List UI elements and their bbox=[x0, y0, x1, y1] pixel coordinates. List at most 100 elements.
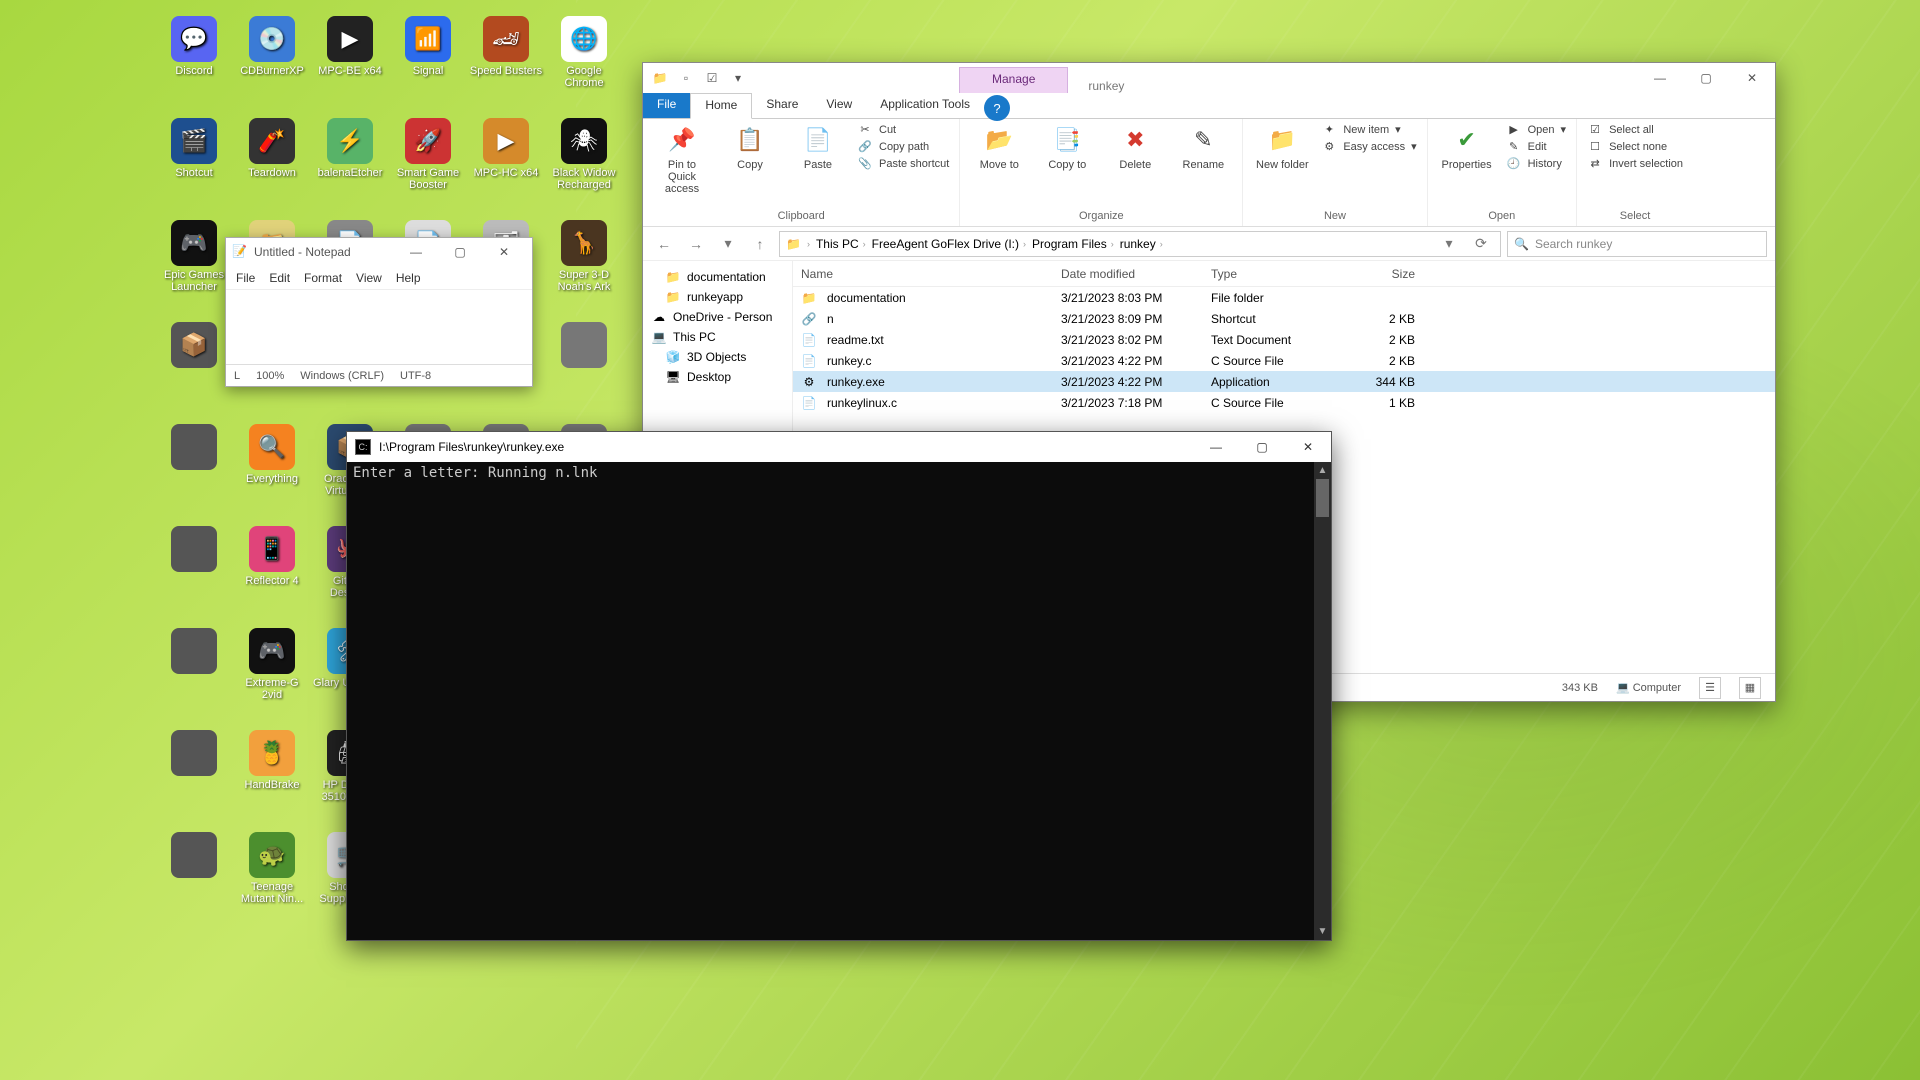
desktop-icon[interactable]: 🌐Google Chrome bbox=[545, 16, 623, 118]
desktop-icon[interactable]: 🎬Shotcut bbox=[155, 118, 233, 220]
crumb-program-files[interactable]: Program Files› bbox=[1032, 237, 1114, 251]
desktop-icon[interactable]: 💬Discord bbox=[155, 16, 233, 118]
menu-format[interactable]: Format bbox=[304, 271, 342, 285]
desktop-icon[interactable]: 🎮Extreme-G 2vid bbox=[233, 628, 311, 730]
desktop-icon[interactable]: 📦 bbox=[155, 322, 233, 424]
desktop-icon[interactable]: 📶Signal bbox=[389, 16, 467, 118]
back-button[interactable]: ← bbox=[651, 231, 677, 257]
tab-view[interactable]: View bbox=[812, 93, 866, 118]
move-to-button[interactable]: 📂Move to bbox=[970, 123, 1028, 171]
tab-file[interactable]: File bbox=[643, 93, 690, 118]
table-row[interactable]: 📄runkeylinux.c3/21/2023 7:18 PMC Source … bbox=[793, 392, 1775, 413]
desktop-icon[interactable]: 🧨Teardown bbox=[233, 118, 311, 220]
nav-item[interactable]: 📁documentation bbox=[647, 267, 788, 287]
scroll-track[interactable] bbox=[1314, 479, 1331, 923]
select-all-button[interactable]: ☑Select all bbox=[1587, 123, 1683, 136]
maximize-button[interactable]: ▢ bbox=[438, 238, 482, 266]
qat-dropdown-icon[interactable]: ▾ bbox=[727, 67, 749, 89]
table-row[interactable]: 📄readme.txt3/21/2023 8:02 PMText Documen… bbox=[793, 329, 1775, 350]
minimize-button[interactable]: — bbox=[394, 238, 438, 266]
tab-share[interactable]: Share bbox=[752, 93, 812, 118]
nav-item[interactable]: 💻This PC bbox=[647, 327, 788, 347]
close-button[interactable]: ✕ bbox=[1729, 63, 1775, 93]
paste-button[interactable]: 📄 Paste bbox=[789, 123, 847, 171]
console-output[interactable]: Enter a letter: Running n.lnk bbox=[347, 462, 1314, 940]
new-item-button[interactable]: ✦New item ▾ bbox=[1321, 123, 1416, 136]
desktop-icon[interactable]: 🎮Epic Games Launcher bbox=[155, 220, 233, 322]
desktop-icon[interactable]: 🔍Everything bbox=[233, 424, 311, 526]
paste-shortcut-button[interactable]: 📎Paste shortcut bbox=[857, 157, 949, 170]
explorer-titlebar[interactable]: 📁 ▫ ☑ ▾ Manage runkey — ▢ ✕ bbox=[643, 63, 1775, 93]
menu-edit[interactable]: Edit bbox=[269, 271, 290, 285]
desktop-icon[interactable] bbox=[155, 832, 233, 934]
notepad-titlebar[interactable]: 📝 Untitled - Notepad — ▢ ✕ bbox=[226, 238, 532, 266]
menu-view[interactable]: View bbox=[356, 271, 382, 285]
desktop-icon[interactable]: 🚀Smart Game Booster bbox=[389, 118, 467, 220]
rename-button[interactable]: ✎Rename bbox=[1174, 123, 1232, 171]
col-size[interactable]: Size bbox=[1333, 267, 1423, 281]
desktop-icon[interactable] bbox=[155, 526, 233, 628]
edit-button[interactable]: ✎Edit bbox=[1506, 140, 1566, 153]
notepad-textarea[interactable] bbox=[226, 290, 532, 364]
desktop-icon[interactable]: 🍍HandBrake bbox=[233, 730, 311, 832]
scroll-down-icon[interactable]: ▼ bbox=[1314, 923, 1331, 940]
maximize-button[interactable]: ▢ bbox=[1683, 63, 1729, 93]
address-dropdown[interactable]: ▾ bbox=[1436, 231, 1462, 257]
cut-button[interactable]: ✂Cut bbox=[857, 123, 949, 136]
desktop-icon[interactable] bbox=[155, 424, 233, 526]
select-none-button[interactable]: ☐Select none bbox=[1587, 140, 1683, 153]
close-button[interactable]: ✕ bbox=[482, 238, 526, 266]
easy-access-button[interactable]: ⚙Easy access ▾ bbox=[1321, 140, 1416, 153]
scroll-up-icon[interactable]: ▲ bbox=[1314, 462, 1331, 479]
desktop-icon[interactable]: ▶MPC-BE x64 bbox=[311, 16, 389, 118]
table-row[interactable]: 📄runkey.c3/21/2023 4:22 PMC Source File2… bbox=[793, 350, 1775, 371]
desktop-icon[interactable] bbox=[155, 628, 233, 730]
up-button[interactable]: ↑ bbox=[747, 231, 773, 257]
qat-prevfolder-icon[interactable]: ▫ bbox=[675, 67, 697, 89]
desktop-icon[interactable] bbox=[155, 730, 233, 832]
desktop-icon[interactable]: 📱Reflector 4 bbox=[233, 526, 311, 628]
console-scrollbar[interactable]: ▲ ▼ bbox=[1314, 462, 1331, 940]
console-titlebar[interactable]: C: I:\Program Files\runkey\runkey.exe — … bbox=[347, 432, 1331, 462]
table-row[interactable]: 📁documentation3/21/2023 8:03 PMFile fold… bbox=[793, 287, 1775, 308]
col-date[interactable]: Date modified bbox=[1053, 267, 1203, 281]
properties-button[interactable]: ✔Properties bbox=[1438, 123, 1496, 171]
column-headers[interactable]: Name Date modified Type Size bbox=[793, 261, 1775, 287]
forward-button[interactable]: → bbox=[683, 231, 709, 257]
refresh-button[interactable]: ⟳ bbox=[1468, 231, 1494, 257]
tab-home[interactable]: Home bbox=[690, 93, 752, 119]
col-type[interactable]: Type bbox=[1203, 267, 1333, 281]
crumb-runkey[interactable]: runkey› bbox=[1120, 237, 1163, 251]
minimize-button[interactable]: — bbox=[1193, 432, 1239, 462]
pin-to-quick-access-button[interactable]: 📌 Pin to Quick access bbox=[653, 123, 711, 195]
details-view-button[interactable]: ☰ bbox=[1699, 677, 1721, 699]
qat-properties-icon[interactable]: ☑ bbox=[701, 67, 723, 89]
maximize-button[interactable]: ▢ bbox=[1239, 432, 1285, 462]
menu-file[interactable]: File bbox=[236, 271, 255, 285]
open-button[interactable]: ▶Open ▾ bbox=[1506, 123, 1566, 136]
nav-item[interactable]: 📁runkeyapp bbox=[647, 287, 788, 307]
nav-item[interactable]: 🖥Desktop bbox=[647, 367, 788, 387]
copy-path-button[interactable]: 🔗Copy path bbox=[857, 140, 949, 153]
manage-contextual-tab[interactable]: Manage bbox=[959, 67, 1068, 93]
search-input[interactable]: 🔍 Search runkey bbox=[1507, 231, 1767, 257]
desktop-icon[interactable]: 🕷Black Widow Recharged bbox=[545, 118, 623, 220]
help-icon[interactable]: ? bbox=[984, 95, 1010, 121]
new-folder-button[interactable]: 📁New folder bbox=[1253, 123, 1311, 171]
table-row[interactable]: 🔗n3/21/2023 8:09 PMShortcut2 KB bbox=[793, 308, 1775, 329]
desktop-icon[interactable]: 🦒Super 3-D Noah's Ark bbox=[545, 220, 623, 322]
desktop-icon[interactable]: 💿CDBurnerXP bbox=[233, 16, 311, 118]
crumb-drive[interactable]: FreeAgent GoFlex Drive (I:)› bbox=[872, 237, 1026, 251]
nav-item[interactable]: 🧊3D Objects bbox=[647, 347, 788, 367]
desktop-icon[interactable]: 🏎Speed Busters bbox=[467, 16, 545, 118]
menu-help[interactable]: Help bbox=[396, 271, 421, 285]
desktop-icon[interactable]: 🐢Teenage Mutant Nin... bbox=[233, 832, 311, 934]
crumb-sep[interactable]: › bbox=[807, 239, 810, 249]
crumb-this-pc[interactable]: This PC› bbox=[816, 237, 866, 251]
desktop-icon[interactable]: ▶MPC-HC x64 bbox=[467, 118, 545, 220]
thumb-view-button[interactable]: ▦ bbox=[1739, 677, 1761, 699]
tab-application-tools[interactable]: Application Tools bbox=[866, 93, 984, 118]
recent-dropdown[interactable]: ▾ bbox=[715, 231, 741, 257]
minimize-button[interactable]: — bbox=[1637, 63, 1683, 93]
copy-button[interactable]: 📋 Copy bbox=[721, 123, 779, 171]
